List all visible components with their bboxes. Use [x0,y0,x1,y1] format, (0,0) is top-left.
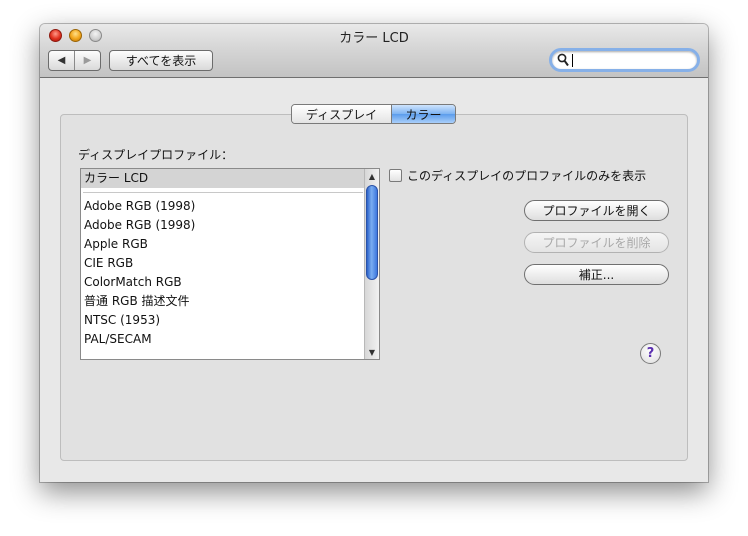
profile-list-items: カラー LCD Adobe RGB (1998) Adobe RGB (1998… [81,169,365,349]
only-this-display-label: このディスプレイのプロファイルのみを表示 [407,169,647,183]
forward-arrow-icon: ▶ [83,55,92,66]
list-separator [81,188,365,197]
scroll-up-arrow-icon[interactable]: ▲ [365,169,379,183]
back-forward-control: ◀ ▶ [48,50,101,71]
list-item[interactable]: 普通 RGB 描述文件 [81,292,365,311]
list-item-selected[interactable]: カラー LCD [81,169,365,188]
system-preferences-window: カラー LCD ◀ ▶ すべてを表示 ディスプレイ カラー ディスプレイプロファ… [40,24,708,482]
only-this-display-checkbox[interactable] [389,169,402,182]
list-item[interactable]: Apple RGB [81,235,365,254]
list-item[interactable]: CIE RGB [81,254,365,273]
show-all-button[interactable]: すべてを表示 [109,50,213,71]
vertical-scrollbar[interactable]: ▲ ▼ [364,169,379,359]
help-button[interactable]: ? [640,343,661,364]
list-item[interactable]: Adobe RGB (1998) [81,216,365,235]
back-arrow-icon: ◀ [57,55,66,66]
list-item[interactable]: ColorMatch RGB [81,273,365,292]
only-this-display-option[interactable]: このディスプレイのプロファイルのみを表示 [389,167,646,184]
profile-list-label: ディスプレイプロファイル： [78,148,234,162]
list-item[interactable]: Adobe RGB (1998) [81,197,365,216]
title-bar[interactable]: カラー LCD ◀ ▶ すべてを表示 [40,24,708,78]
calibrate-button[interactable]: 補正... [524,264,669,285]
tab-display[interactable]: ディスプレイ [292,105,392,123]
window-title: カラー LCD [339,31,409,46]
tab-color[interactable]: カラー [392,105,455,123]
profile-list[interactable]: カラー LCD Adobe RGB (1998) Adobe RGB (1998… [80,168,380,360]
scroll-thumb[interactable] [366,185,378,280]
search-field[interactable] [549,48,700,72]
list-item[interactable]: PAL/SECAM [81,330,365,349]
open-profile-button[interactable]: プロファイルを開く [524,200,669,221]
text-caret [572,54,573,67]
list-item[interactable]: NTSC (1953) [81,311,365,330]
search-icon [557,53,569,67]
back-button[interactable]: ◀ [49,51,75,70]
delete-profile-button[interactable]: プロファイルを削除 [524,232,669,253]
tab-bar: ディスプレイ カラー [291,104,456,124]
forward-button[interactable]: ▶ [75,51,100,70]
scroll-down-arrow-icon[interactable]: ▼ [365,345,379,359]
